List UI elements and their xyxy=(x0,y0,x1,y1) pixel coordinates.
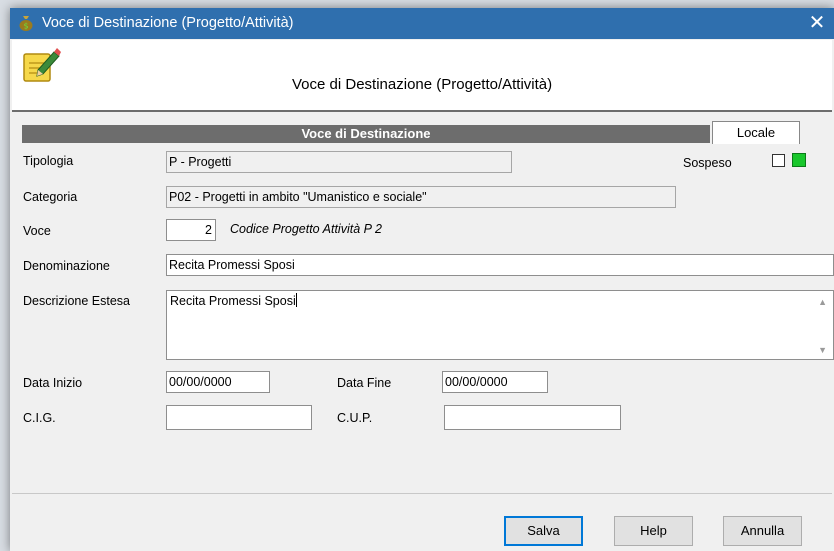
cup-field[interactable] xyxy=(444,405,621,430)
voce-label: Voce xyxy=(23,224,51,238)
title-bar[interactable]: $ Voce di Destinazione (Progetto/Attivit… xyxy=(10,8,834,39)
money-bag-icon: $ xyxy=(19,16,33,31)
descrizione-label: Descrizione Estesa xyxy=(23,294,130,308)
voce-code-note: Codice Progetto Attività P 2 xyxy=(230,222,382,236)
data-inizio-label: Data Inizio xyxy=(23,376,83,390)
categoria-label: Categoria xyxy=(23,190,78,204)
form-header: Voce di Destinazione (Progetto/Attività) xyxy=(12,40,832,112)
cig-field[interactable] xyxy=(166,405,312,430)
denominazione-label: Denominazione xyxy=(23,259,110,273)
help-button[interactable]: Help xyxy=(614,516,693,546)
descrizione-textarea[interactable]: Recita Promessi Sposi ▲ ▼ xyxy=(166,290,834,360)
save-button[interactable]: Salva xyxy=(504,516,583,546)
header-title: Voce di Destinazione (Progetto/Attività) xyxy=(292,76,553,93)
tipologia-label: Tipologia xyxy=(23,154,74,168)
voce-field[interactable]: 2 xyxy=(166,219,216,241)
status-indicator xyxy=(792,153,806,167)
data-fine-field[interactable]: 00/00/0000 xyxy=(442,371,548,393)
data-fine-label: Data Fine xyxy=(337,376,392,390)
form-edit-icon xyxy=(23,48,61,82)
tipologia-field: P - Progetti xyxy=(166,151,512,173)
cancel-button[interactable]: Annulla xyxy=(723,516,802,546)
footer-divider xyxy=(12,493,832,494)
dialog-window: $ Voce di Destinazione (Progetto/Attivit… xyxy=(10,8,834,551)
text-caret xyxy=(295,293,297,307)
close-button[interactable]: ✕ xyxy=(806,11,828,35)
cup-label: C.U.P. xyxy=(337,411,373,425)
scroll-down-icon[interactable]: ▼ xyxy=(818,345,827,355)
svg-text:$: $ xyxy=(23,22,28,31)
data-inizio-field[interactable]: 00/00/0000 xyxy=(166,371,270,393)
sospeso-label: Sospeso xyxy=(683,156,732,170)
scroll-up-icon[interactable]: ▲ xyxy=(818,297,827,307)
sospeso-checkbox[interactable] xyxy=(772,154,785,167)
categoria-field: P02 - Progetti in ambito "Umanistico e s… xyxy=(166,186,676,208)
descrizione-text: Recita Promessi Sposi xyxy=(170,294,296,308)
cig-label: C.I.G. xyxy=(23,411,56,425)
window-title: Voce di Destinazione (Progetto/Attività) xyxy=(42,15,294,31)
denominazione-field[interactable]: Recita Promessi Sposi xyxy=(166,254,834,276)
section-title-bar: Voce di Destinazione xyxy=(22,125,710,143)
tab-locale[interactable]: Locale xyxy=(712,121,800,144)
